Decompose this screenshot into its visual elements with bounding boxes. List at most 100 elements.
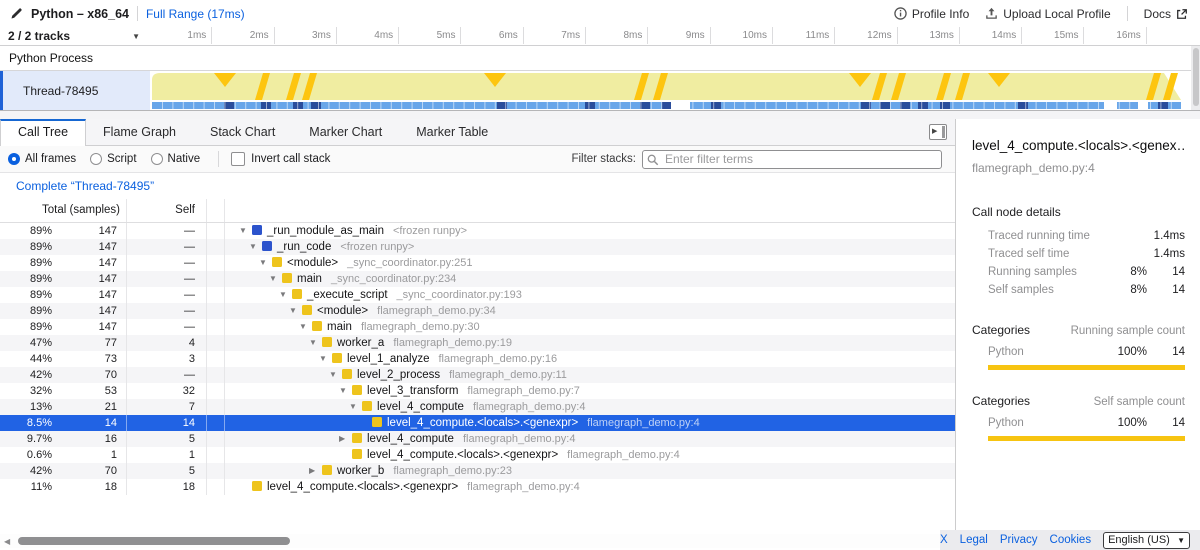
category-square-icon [362,401,372,411]
function-name: <module> [287,257,338,269]
category-square-icon [312,321,322,331]
call-tree-row[interactable]: 32%5332▼level_3_transformflamegraph_demo… [0,383,955,399]
radio-label: Native [168,153,201,165]
footer-link-privacy[interactable]: Privacy [1000,534,1038,546]
total-percent: 89% [0,257,52,269]
collapse-triangle-icon[interactable]: ▼ [349,399,362,415]
call-tree-row[interactable]: 89%147—▼mainflamegraph_demo.py:30 [0,319,955,335]
expand-triangle-icon[interactable]: ▶ [339,431,352,447]
collapse-triangle-icon[interactable]: ▼ [269,271,282,287]
docs-button[interactable]: Docs [1144,7,1188,21]
thread-track-label[interactable]: Thread-78495 [0,71,150,110]
tracks-dropdown[interactable]: 2 / 2 tracks ▼ [0,27,150,45]
tab-flame-graph[interactable]: Flame Graph [86,120,193,145]
footer-link-legal[interactable]: Legal [960,534,988,546]
tab-stack-chart[interactable]: Stack Chart [193,120,292,145]
radio-script[interactable]: Script [90,153,136,165]
collapse-triangle-icon[interactable]: ▼ [259,255,272,271]
cell-function: ▼_execute_script_sync_coordinator.py:193 [225,287,955,303]
call-tree-row[interactable]: 89%147—▼_execute_script_sync_coordinator… [0,287,955,303]
call-tree-row[interactable]: 89%147—▼<module>_sync_coordinator.py:251 [0,255,955,271]
collapse-triangle-icon[interactable]: ▼ [329,367,342,383]
collapse-triangle-icon[interactable]: ▼ [309,335,322,351]
collapse-triangle-icon[interactable]: ▼ [289,303,302,319]
total-samples: 147 [52,241,126,253]
category-name: Python [988,346,1105,358]
call-tree-row[interactable]: 89%147—▼_run_code<frozen runpy> [0,239,955,255]
radio-icon [90,153,102,165]
call-tree-row[interactable]: 13%217▼level_4_computeflamegraph_demo.py… [0,399,955,415]
cell-self: 14 [127,415,207,431]
cell-self: — [127,287,207,303]
tab-marker-table[interactable]: Marker Table [399,120,505,145]
call-tree-row[interactable]: 11%1818level_4_compute.<locals>.<genexpr… [0,479,955,495]
cell-self: 18 [127,479,207,495]
function-name: level_4_compute [367,433,454,445]
scroll-left-arrow-icon[interactable]: ◀ [4,537,10,546]
function-name: worker_a [337,337,384,349]
language-select[interactable]: English (US) ▼ [1103,532,1190,549]
collapse-triangle-icon[interactable]: ▼ [299,319,312,335]
call-tree-row[interactable]: 47%774▼worker_aflamegraph_demo.py:19 [0,335,955,351]
expand-triangle-icon[interactable]: ▶ [309,463,322,479]
call-tree-row[interactable]: 44%733▼level_1_analyzeflamegraph_demo.py… [0,351,955,367]
edit-pencil-icon[interactable] [10,7,23,20]
footer-link-x[interactable]: X [940,534,948,546]
total-samples: 147 [52,305,126,317]
cell-icon [207,255,225,271]
filter-stacks-input[interactable] [642,150,942,169]
sidebar-toggle-button[interactable]: ▶ [929,124,947,140]
call-tree-row[interactable]: 89%147—▼_run_module_as_main<frozen runpy… [0,223,955,239]
column-header-self[interactable]: Self [127,199,207,222]
invert-call-stack-checkbox[interactable]: Invert call stack [231,152,330,166]
column-header-icon [207,199,225,222]
cell-self: — [127,303,207,319]
cell-icon [207,351,225,367]
cell-icon [207,271,225,287]
scrollbar-thumb[interactable] [18,537,290,545]
total-percent: 89% [0,289,52,301]
tab-call-tree[interactable]: Call Tree [0,119,86,146]
tab-marker-chart[interactable]: Marker Chart [292,120,399,145]
category-value: 14 [1147,346,1185,358]
call-tree-row[interactable]: 89%147—▼main_sync_coordinator.py:234 [0,271,955,287]
collapse-triangle-icon[interactable]: ▼ [279,287,292,303]
detail-row: Traced self time1.4ms [988,245,1185,263]
function-file-line: flamegraph_demo.py:19 [393,337,512,349]
collapse-triangle-icon[interactable]: ▼ [239,223,252,239]
call-tree-row[interactable]: 42%70—▼level_2_processflamegraph_demo.py… [0,367,955,383]
collapse-triangle-icon[interactable]: ▼ [319,351,332,367]
horizontal-scrollbar[interactable]: ◀ [0,534,940,548]
divider [218,151,219,167]
breadcrumb-complete-thread[interactable]: Complete “Thread-78495” [16,179,154,193]
scrollbar-thumb[interactable] [1193,48,1199,106]
radio-all-frames[interactable]: All frames [8,153,76,165]
profile-info-button[interactable]: Profile Info [894,7,969,21]
collapse-triangle-icon[interactable]: ▼ [249,239,262,255]
upload-profile-button[interactable]: Upload Local Profile [985,7,1110,21]
vertical-scrollbar[interactable] [1191,46,1200,110]
categories-count-label: Running sample count [1071,325,1185,337]
cell-self: 5 [127,431,207,447]
function-file-line: flamegraph_demo.py:23 [393,465,512,477]
radio-native[interactable]: Native [151,153,201,165]
timeline-ruler[interactable]: 1ms2ms3ms4ms5ms6ms7ms8ms9ms10ms11ms12ms1… [150,27,1191,45]
ruler-tick: 10ms [711,27,773,44]
call-tree-row[interactable]: 89%147—▼<module>flamegraph_demo.py:34 [0,303,955,319]
function-file-line: flamegraph_demo.py:4 [467,481,580,493]
call-tree-row[interactable]: 0.6%11level_4_compute.<locals>.<genexpr>… [0,447,955,463]
call-tree-row[interactable]: 8.5%1414level_4_compute.<locals>.<genexp… [0,415,955,431]
column-header-total[interactable]: Total (samples) [0,199,127,222]
categories-sections: CategoriesRunning sample countPython100%… [956,323,1200,441]
thread-activity-graph[interactable] [150,72,1185,109]
total-percent: 13% [0,401,52,413]
call-tree-row[interactable]: 42%705▶worker_bflamegraph_demo.py:23 [0,463,955,479]
full-range-link[interactable]: Full Range (17ms) [146,7,245,21]
cell-function: ▶level_4_computeflamegraph_demo.py:4 [225,431,955,447]
detail-value: 14 [1147,284,1185,296]
collapse-triangle-icon[interactable]: ▼ [339,383,352,399]
call-tree-row[interactable]: 9.7%165▶level_4_computeflamegraph_demo.p… [0,431,955,447]
process-track[interactable]: Python Process [0,46,1200,71]
total-samples: 1 [52,449,126,461]
footer-link-cookies[interactable]: Cookies [1050,534,1092,546]
